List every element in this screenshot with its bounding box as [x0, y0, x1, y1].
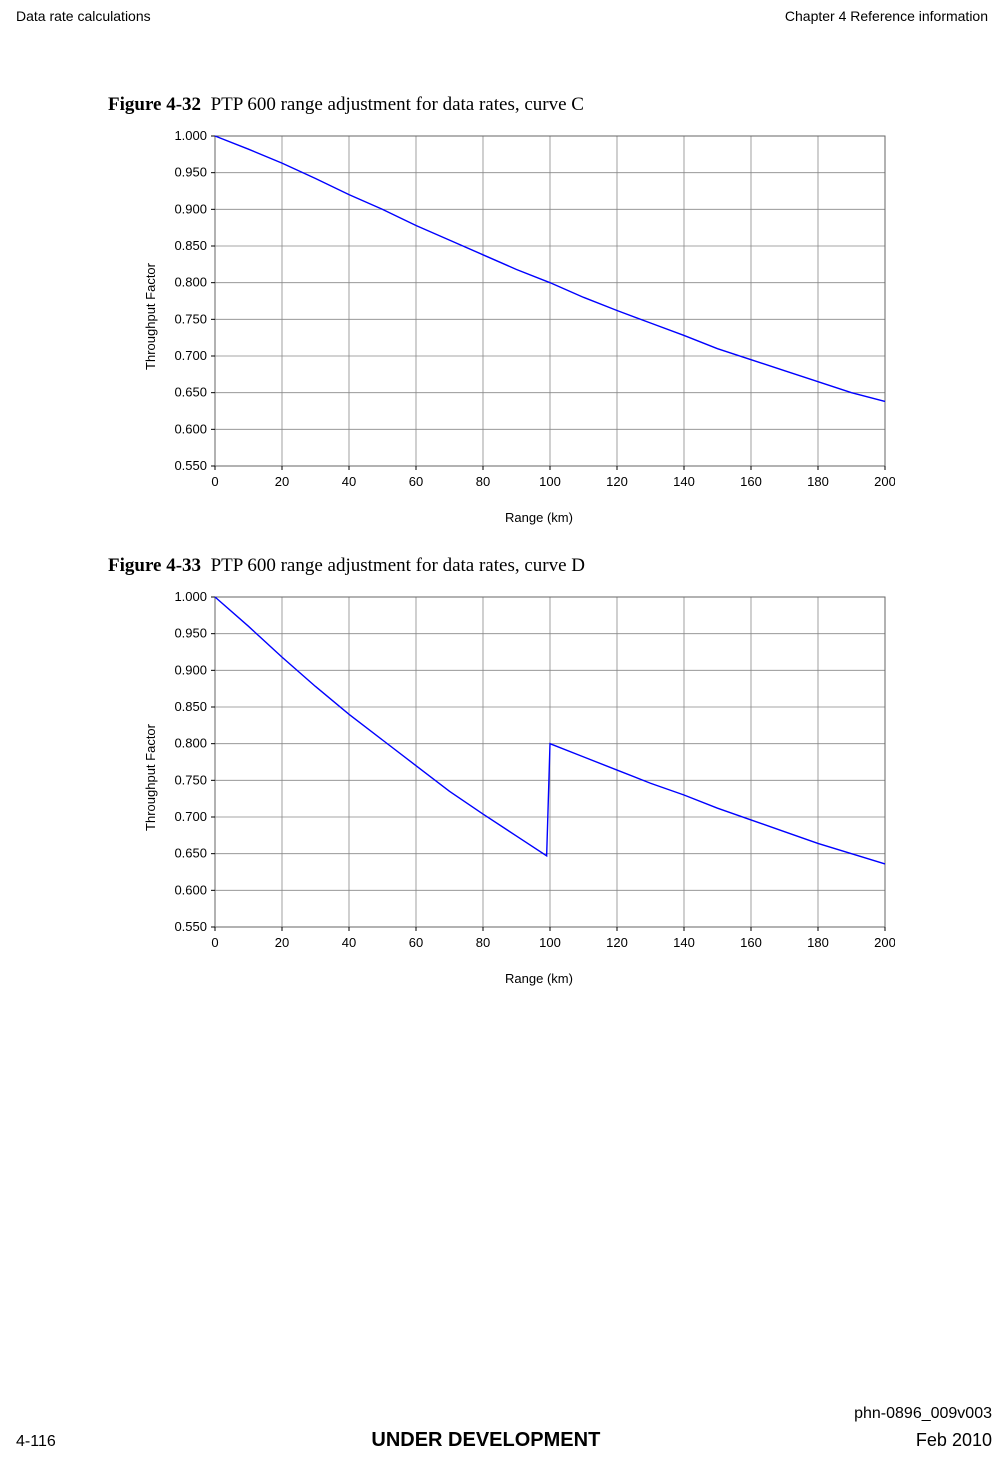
chart-svg-c: 0.550 0.600 0.650 0.700 0.750 0.800 0.850 0.900…: [160, 126, 895, 506]
svg-text:0.650: 0.650: [174, 846, 207, 861]
figure-title: PTP 600 range adjustment for data rates,…: [211, 555, 585, 576]
chart-svg-d: 0.550 0.600 0.650 0.700 0.750 0.800 0.850 0.900…: [160, 587, 895, 967]
svg-text:0.550: 0.550: [174, 919, 207, 934]
svg-text:180: 180: [807, 935, 829, 950]
page-footer: phn-0896_009v003 4-116 UNDER DEVELOPMENT…: [16, 1405, 992, 1452]
svg-text:100: 100: [539, 935, 561, 950]
svg-text:160: 160: [740, 935, 762, 950]
svg-text:0.800: 0.800: [174, 275, 207, 290]
svg-text:0.700: 0.700: [174, 348, 207, 363]
figure-title: PTP 600 range adjustment for data rates,…: [211, 94, 584, 115]
chart-curve-d: Throughput Factor 0.5500.6000.6500.7000.…: [138, 587, 900, 986]
svg-text:0.850: 0.850: [174, 699, 207, 714]
svg-text:0.750: 0.750: [174, 311, 207, 326]
figure-caption: Figure 4-33 PTP 600 range adjustment for…: [108, 555, 900, 577]
svg-text:0.600: 0.600: [174, 882, 207, 897]
svg-text:0.900: 0.900: [174, 201, 207, 216]
svg-text:140: 140: [673, 474, 695, 489]
doc-id: phn-0896_009v003: [16, 1405, 992, 1423]
x-axis-label: Range (km): [505, 510, 573, 525]
y-axis-label: Throughput Factor: [143, 263, 158, 370]
y-axis-label: Throughput Factor: [143, 724, 158, 831]
page-header: Data rate calculations Chapter 4 Referen…: [0, 0, 1008, 24]
svg-text:20: 20: [275, 935, 289, 950]
svg-text:0.900: 0.900: [174, 662, 207, 677]
svg-text:60: 60: [409, 474, 423, 489]
svg-text:200: 200: [874, 474, 895, 489]
svg-text:0.600: 0.600: [174, 421, 207, 436]
svg-text:0.750: 0.750: [174, 772, 207, 787]
svg-text:100: 100: [539, 474, 561, 489]
figure-label: Figure 4-33: [108, 555, 201, 576]
svg-text:40: 40: [342, 935, 356, 950]
footer-date: Feb 2010: [916, 1430, 992, 1451]
figure-4-33: Figure 4-33 PTP 600 range adjustment for…: [0, 555, 1008, 986]
svg-text:120: 120: [606, 935, 628, 950]
chart-curve-c: Throughput Factor 0.5500.6000.6500.7000.…: [138, 126, 900, 525]
svg-text:60: 60: [409, 935, 423, 950]
svg-text:0.700: 0.700: [174, 809, 207, 824]
svg-text:20: 20: [275, 474, 289, 489]
figure-4-32: Figure 4-32 PTP 600 range adjustment for…: [0, 94, 1008, 525]
header-left: Data rate calculations: [16, 8, 151, 24]
figure-caption: Figure 4-32 PTP 600 range adjustment for…: [108, 94, 900, 116]
svg-text:1.000: 1.000: [174, 128, 207, 143]
svg-text:80: 80: [476, 474, 490, 489]
page-number: 4-116: [16, 1433, 56, 1451]
x-axis-label: Range (km): [505, 971, 573, 986]
svg-text:40: 40: [342, 474, 356, 489]
svg-text:0.800: 0.800: [174, 736, 207, 751]
svg-text:200: 200: [874, 935, 895, 950]
header-right: Chapter 4 Reference information: [785, 8, 988, 24]
svg-text:0.550: 0.550: [174, 458, 207, 473]
svg-text:0.950: 0.950: [174, 626, 207, 641]
svg-text:0: 0: [211, 935, 218, 950]
svg-text:180: 180: [807, 474, 829, 489]
svg-text:160: 160: [740, 474, 762, 489]
svg-text:0.950: 0.950: [174, 165, 207, 180]
svg-text:140: 140: [673, 935, 695, 950]
status-text: UNDER DEVELOPMENT: [371, 1429, 600, 1452]
svg-text:0.850: 0.850: [174, 238, 207, 253]
svg-text:1.000: 1.000: [174, 589, 207, 604]
svg-text:80: 80: [476, 935, 490, 950]
figure-label: Figure 4-32: [108, 94, 201, 115]
svg-text:120: 120: [606, 474, 628, 489]
svg-text:0.650: 0.650: [174, 385, 207, 400]
svg-text:0: 0: [211, 474, 218, 489]
